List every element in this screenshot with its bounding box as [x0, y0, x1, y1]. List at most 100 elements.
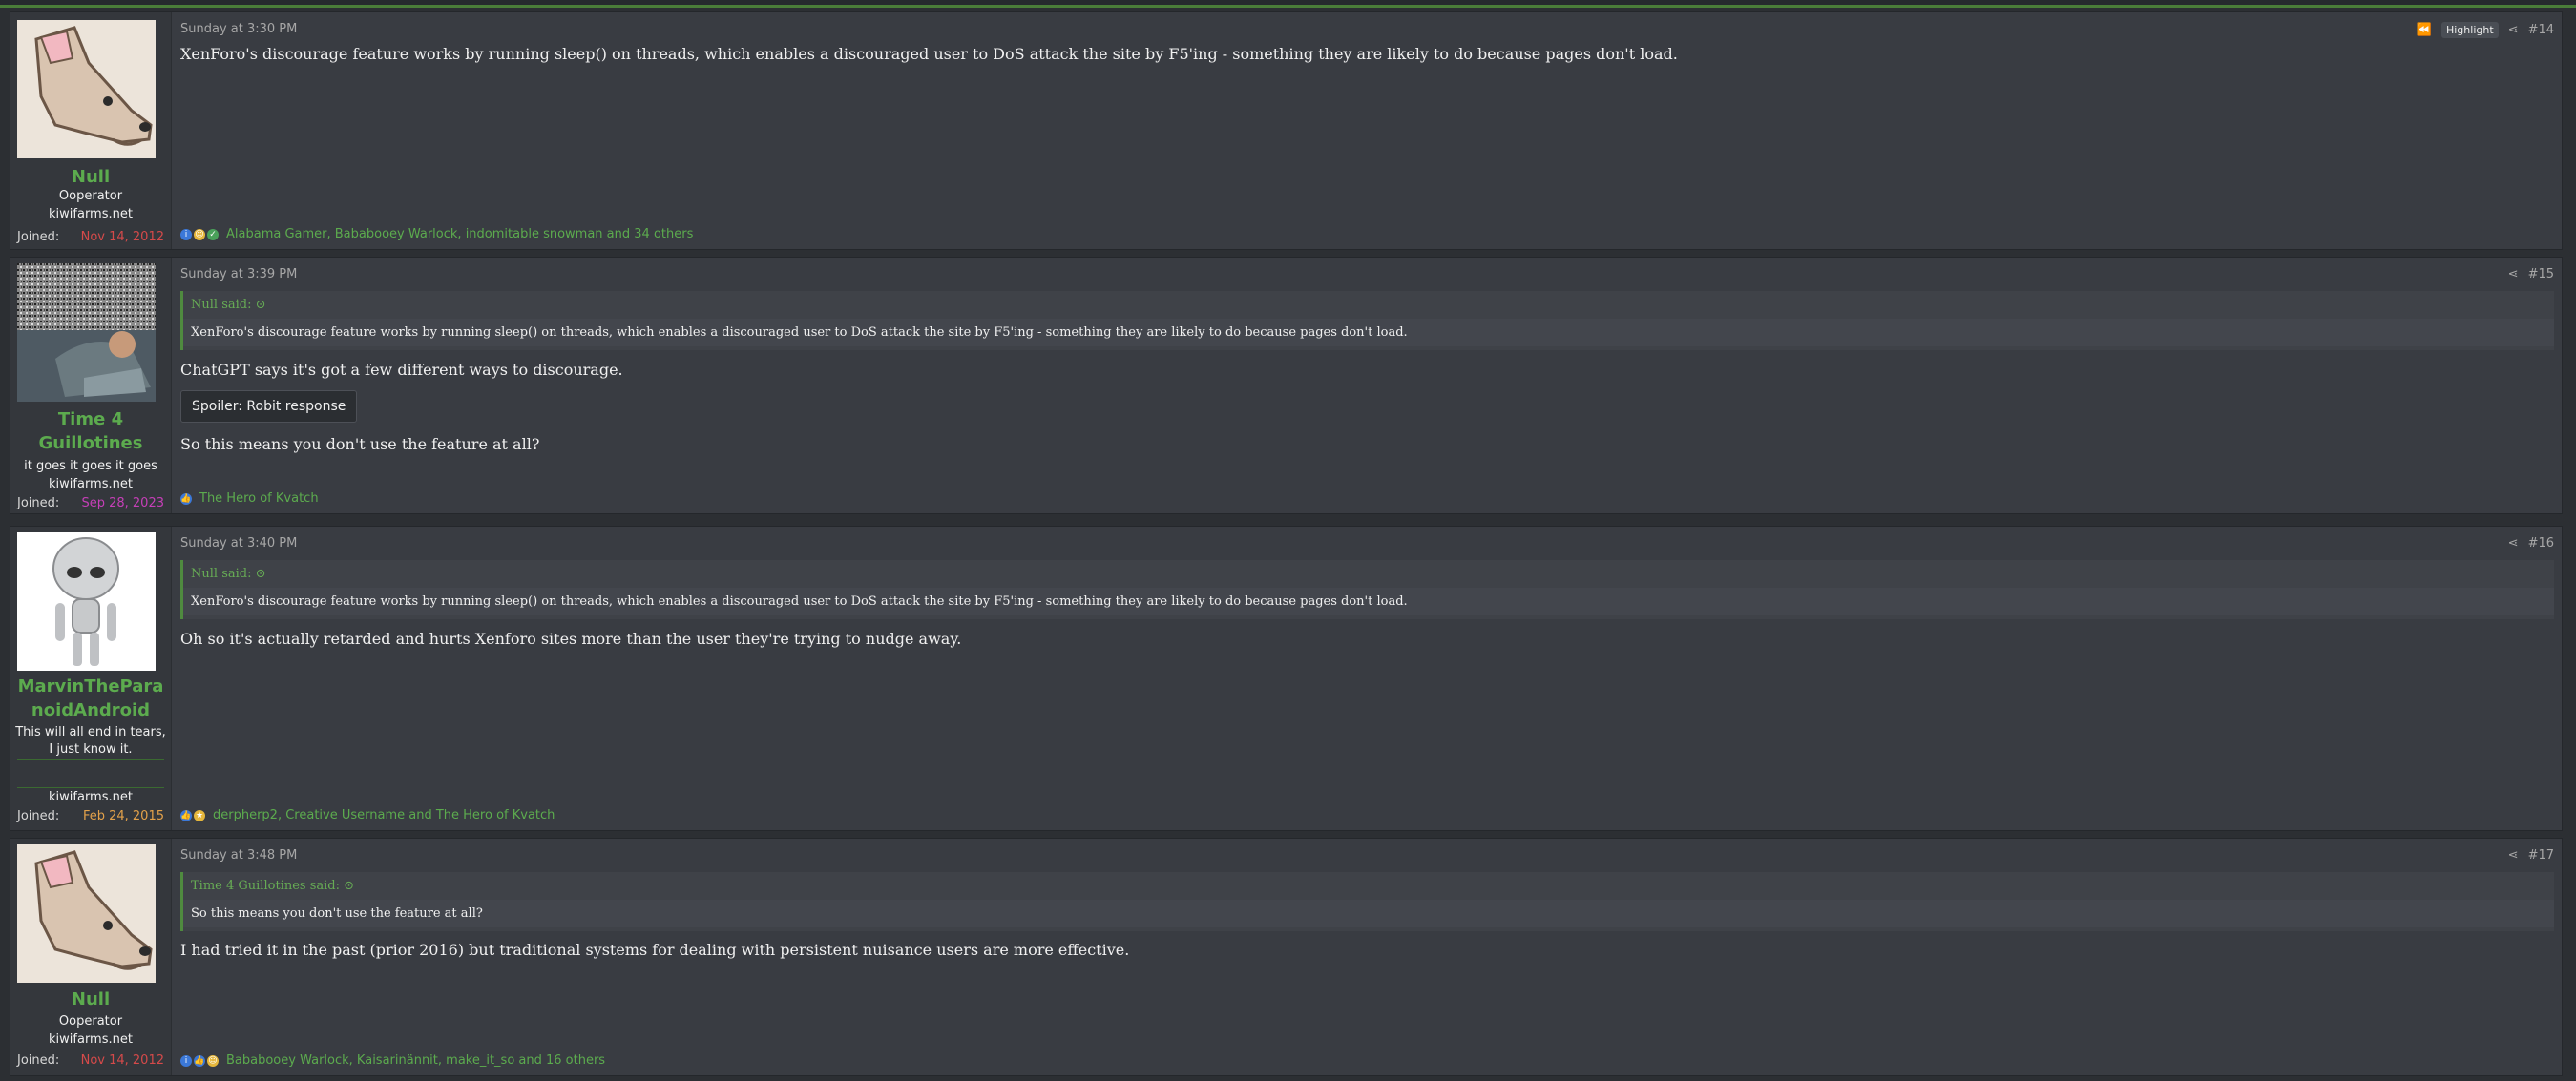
username-line-2[interactable]: noidAndroid	[10, 698, 171, 722]
informative-icon: i	[180, 228, 192, 240]
username-line-1[interactable]: MarvinThePara	[10, 675, 171, 698]
post-16: MarvinThePara noidAndroid This will all …	[10, 526, 2563, 831]
post-date[interactable]: Sunday at 3:39 PM	[180, 267, 297, 281]
quote-author[interactable]: Null said:	[191, 298, 251, 312]
jump-to-quote-icon[interactable]: ⊙	[256, 298, 266, 312]
spoiler-button[interactable]: Spoiler: Robit response	[180, 390, 358, 423]
user-title-line-1: This will all end in tears,	[15, 725, 166, 739]
quote-text: XenForo's discourage feature works by ru…	[183, 588, 2554, 615]
user-title-line-2: I just know it.	[49, 742, 133, 757]
joined-row: Joined: Nov 14, 2012	[17, 230, 164, 244]
share-icon[interactable]: ⋖	[2508, 848, 2519, 863]
top-border	[0, 0, 2576, 8]
quote-block: Null said: ⊙ XenForo's discourage featur…	[180, 291, 2554, 350]
user-title: Ooperator	[58, 1014, 123, 1029]
post-actions: ⋖ #16	[2508, 536, 2554, 551]
post-date[interactable]: Sunday at 3:30 PM	[180, 22, 297, 36]
reactions-bar[interactable]: i ☺ ✓ Alabama Gamer, Bababooey Warlock, …	[180, 227, 693, 241]
joined-label: Joined:	[17, 496, 60, 510]
informative-icon: i	[180, 1054, 192, 1067]
joined-row: Joined: Feb 24, 2015	[17, 809, 164, 823]
share-icon[interactable]: ⋖	[2508, 23, 2519, 37]
quote-text: So this means you don't use the feature …	[183, 900, 2554, 927]
laugh-icon: ☺	[194, 228, 205, 240]
quote-header[interactable]: Time 4 Guillotines said: ⊙	[183, 872, 2554, 900]
joined-date: Feb 24, 2015	[82, 809, 164, 823]
laugh-icon: ☺	[207, 1054, 219, 1067]
post-date[interactable]: Sunday at 3:48 PM	[180, 848, 297, 863]
reactions-bar[interactable]: i 👍 ☺ Bababooey Warlock, Kaisarinännit, …	[180, 1053, 605, 1068]
post-actions: ⏪ Highlight ⋖ #14	[2417, 22, 2554, 38]
joined-row: Joined: Nov 14, 2012	[17, 1053, 164, 1068]
joined-date: Nov 14, 2012	[80, 1053, 164, 1068]
reactions-users[interactable]: derpherp2, Creative Username and The Her…	[213, 808, 555, 822]
post-actions: ⋖ #17	[2508, 848, 2554, 863]
post-date[interactable]: Sunday at 3:40 PM	[180, 536, 297, 551]
post-text: ChatGPT says it's got a few different wa…	[180, 361, 623, 379]
quote-text: XenForo's discourage feature works by ru…	[183, 319, 2554, 346]
post-14: Null Ooperator kiwifarms.net Joined: Nov…	[10, 11, 2563, 250]
agree-icon: ✓	[207, 228, 219, 240]
joined-date: Sep 28, 2023	[81, 496, 164, 510]
post-number[interactable]: #17	[2528, 848, 2554, 863]
share-icon[interactable]: ⋖	[2508, 267, 2519, 281]
post-15: Time 4 Guillotines it goes it goes it go…	[10, 257, 2563, 514]
user-panel: MarvinThePara noidAndroid This will all …	[10, 527, 172, 830]
post-text-2: So this means you don't use the feature …	[180, 435, 540, 453]
post-number[interactable]: #14	[2528, 23, 2554, 37]
quote-block: Null said: ⊙ XenForo's discourage featur…	[180, 560, 2554, 619]
winner-icon: ★	[194, 809, 205, 821]
user-title: Ooperator	[58, 189, 123, 203]
user-panel: Null Ooperator kiwifarms.net Joined: Nov…	[10, 12, 172, 249]
username-line-1[interactable]: Time 4	[10, 407, 171, 431]
user-title: it goes it goes it goes	[24, 459, 157, 473]
like-icon: 👍	[194, 1054, 205, 1067]
username[interactable]: Null	[10, 987, 171, 1011]
post-text: XenForo's discourage feature works by ru…	[180, 45, 1678, 63]
jump-to-quote-icon[interactable]: ⊙	[256, 567, 266, 581]
post-content: Sunday at 3:40 PM ⋖ #16 Null said: ⊙ Xen…	[171, 527, 2562, 830]
username-line-2[interactable]: Guillotines	[10, 431, 171, 455]
quote-author[interactable]: Time 4 Guillotines said:	[191, 879, 340, 893]
avatar[interactable]	[17, 532, 156, 671]
user-banner	[17, 759, 164, 788]
quote-header[interactable]: Null said: ⊙	[183, 560, 2554, 588]
post-content: Sunday at 3:30 PM ⏪ Highlight ⋖ #14 XenF…	[171, 12, 2562, 249]
reactions-users[interactable]: The Hero of Kvatch	[199, 491, 319, 506]
avatar[interactable]	[17, 844, 156, 983]
quote-block: Time 4 Guillotines said: ⊙ So this means…	[180, 872, 2554, 931]
user-site: kiwifarms.net	[49, 790, 133, 804]
rewind-icon[interactable]: ⏪	[2417, 23, 2432, 37]
quote-author[interactable]: Null said:	[191, 567, 251, 581]
post-text: I had tried it in the past (prior 2016) …	[180, 941, 1130, 959]
reactions-users[interactable]: Bababooey Warlock, Kaisarinännit, make_i…	[226, 1053, 605, 1068]
user-panel: Null Ooperator kiwifarms.net Joined: Nov…	[10, 839, 172, 1075]
post-actions: ⋖ #15	[2508, 267, 2554, 281]
joined-label: Joined:	[17, 1053, 60, 1068]
user-site: kiwifarms.net	[49, 207, 133, 221]
joined-label: Joined:	[17, 230, 60, 244]
reactions-users[interactable]: Alabama Gamer, Bababooey Warlock, indomi…	[226, 227, 693, 241]
avatar[interactable]	[17, 20, 156, 158]
share-icon[interactable]: ⋖	[2508, 536, 2519, 551]
user-panel: Time 4 Guillotines it goes it goes it go…	[10, 258, 172, 513]
joined-date: Nov 14, 2012	[80, 230, 164, 244]
reactions-bar[interactable]: 👍 ★ derpherp2, Creative Username and The…	[180, 808, 555, 822]
post-number[interactable]: #15	[2528, 267, 2554, 281]
avatar[interactable]	[17, 263, 156, 402]
jump-to-quote-icon[interactable]: ⊙	[344, 879, 354, 893]
post-17: Null Ooperator kiwifarms.net Joined: Nov…	[10, 838, 2563, 1076]
highlight-button[interactable]: Highlight	[2440, 22, 2499, 38]
user-site: kiwifarms.net	[49, 477, 133, 491]
post-text: Oh so it's actually retarded and hurts X…	[180, 630, 962, 648]
reactions-bar[interactable]: 👍 The Hero of Kvatch	[180, 491, 319, 506]
like-icon: 👍	[180, 809, 192, 821]
joined-row: Joined: Sep 28, 2023	[17, 496, 164, 510]
username[interactable]: Null	[10, 165, 171, 189]
like-icon: 👍	[180, 492, 192, 505]
post-content: Sunday at 3:39 PM ⋖ #15 Null said: ⊙ Xen…	[171, 258, 2562, 513]
quote-header[interactable]: Null said: ⊙	[183, 291, 2554, 319]
post-number[interactable]: #16	[2528, 536, 2554, 551]
post-content: Sunday at 3:48 PM ⋖ #17 Time 4 Guillotin…	[171, 839, 2562, 1075]
joined-label: Joined:	[17, 809, 60, 823]
